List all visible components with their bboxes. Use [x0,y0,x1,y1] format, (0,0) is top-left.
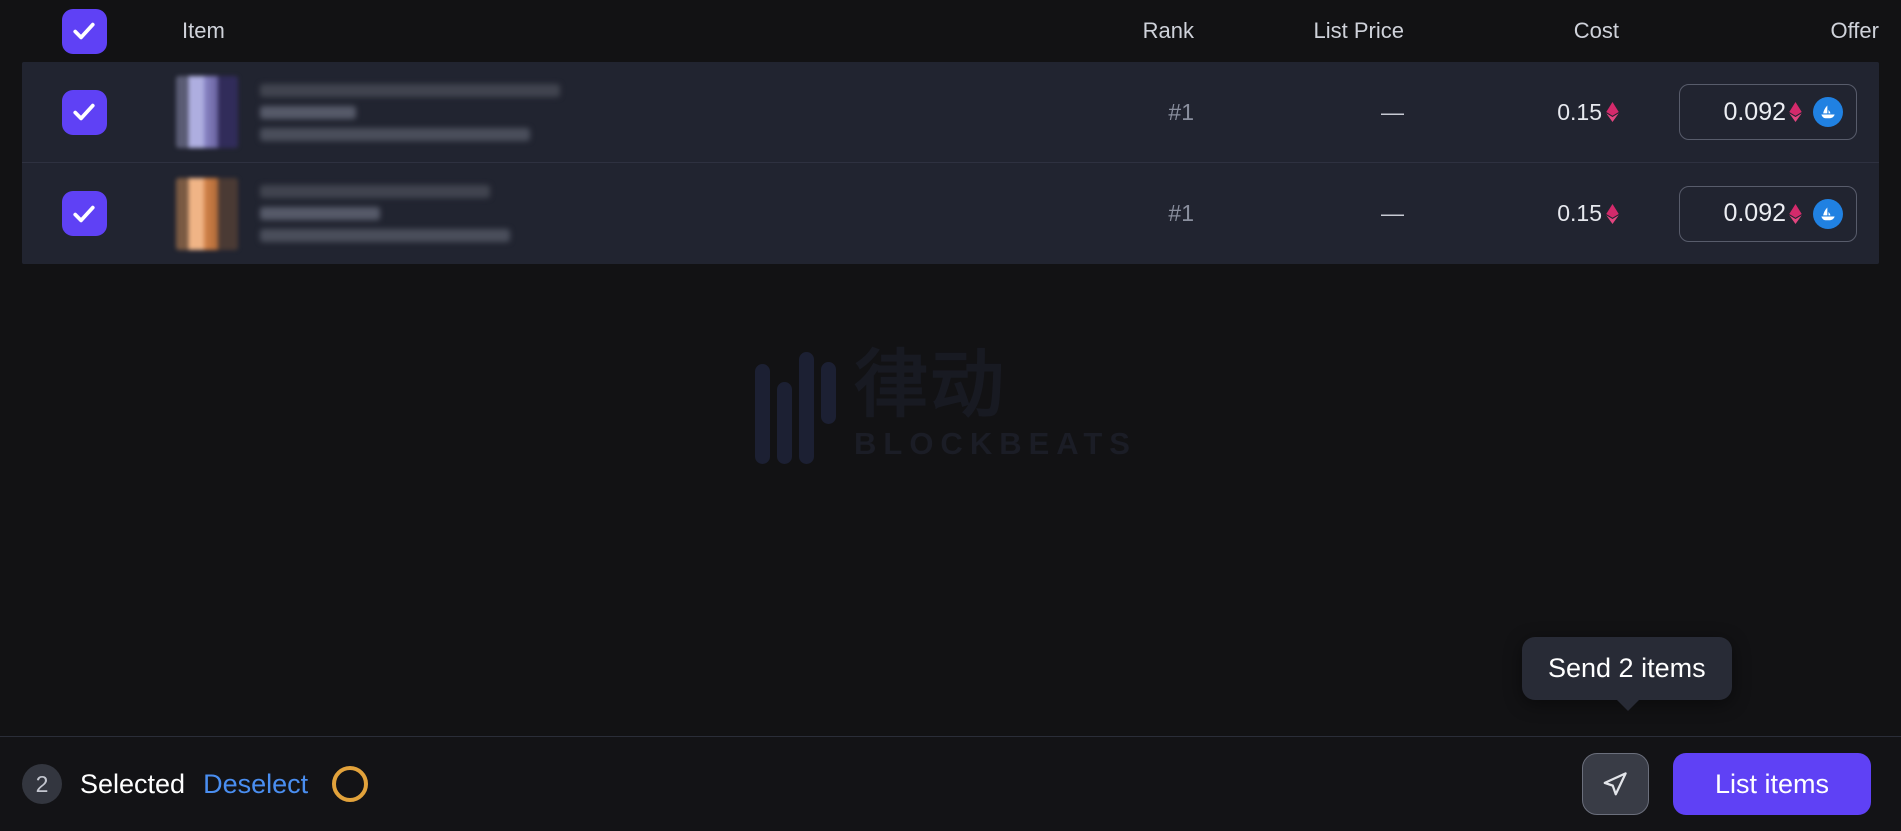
ethereum-icon [1789,102,1802,122]
header-rank-cell: Rank [984,18,1194,44]
opensea-icon[interactable] [1813,97,1843,127]
select-all-cell [22,8,146,54]
selected-count-badge: 2 [22,764,62,804]
offer-input[interactable]: 0.092 [1679,185,1857,242]
loading-spinner-icon[interactable] [332,766,369,802]
column-header-rank: Rank [1142,18,1194,43]
opensea-sailboat-glyph [1821,105,1835,119]
row-checkbox[interactable] [61,89,107,135]
item-rank-cell: #1 [984,200,1194,227]
item-cost-cell: 0.15 [1404,200,1619,227]
nft-bulk-listing-screen: 律动 BLOCKBEATS Item Rank List Price Cost … [0,0,1901,831]
item-name-redacted [260,83,560,141]
opensea-icon[interactable] [1813,198,1843,229]
checkmark-icon [73,205,95,222]
item-list-price-cell: — [1194,200,1404,227]
cost-value: 0.15 [1557,98,1602,125]
offer-value: 0.092 [1723,97,1786,126]
item-name-redacted [260,185,510,242]
list-price-value: — [1381,200,1404,226]
item-info-cell [146,177,984,250]
row-select-cell [22,191,146,236]
watermark-bars-logo [755,338,836,466]
send-items-button[interactable] [1581,753,1649,815]
item-offer-cell: 0.092 [1619,185,1879,242]
blockbeats-watermark: 律动 BLOCKBEATS [755,338,1145,478]
item-thumbnail [176,76,238,148]
ethereum-icon [1606,102,1619,122]
ethereum-icon [1606,203,1619,224]
watermark-cn-text: 律动 [854,341,1006,428]
send-items-tooltip: Send 2 items [1522,637,1732,711]
column-header-cost: Cost [1573,18,1619,43]
cost-value: 0.15 [1557,200,1602,226]
checkmark-icon [73,22,95,40]
deselect-button[interactable]: Deselect [203,769,308,800]
column-header-offer: Offer [1830,18,1879,43]
header-item-cell: Item [146,18,984,44]
item-cost-cell: 0.15 [1404,99,1619,126]
item-info-cell [146,76,984,148]
table-row[interactable]: #1 — 0.15 0.092 [22,62,1879,163]
column-header-list-price: List Price [1313,18,1404,43]
selection-action-bar: 2 Selected Deselect List items [0,736,1901,831]
items-table: Item Rank List Price Cost Offer #1 — 0.1… [0,0,1901,264]
watermark-en-text: BLOCKBEATS [854,426,1137,461]
row-checkbox[interactable] [61,191,107,236]
header-offer-cell: Offer [1619,18,1879,44]
checkmark-icon [73,103,95,121]
item-thumbnail [176,177,238,250]
rank-value: #1 [1168,98,1194,125]
rank-value: #1 [1168,200,1194,226]
item-rank-cell: #1 [984,99,1194,126]
selected-label: Selected [80,768,186,799]
row-select-cell [22,89,146,135]
opensea-sailboat-glyph [1821,207,1835,220]
offer-value: 0.092 [1723,199,1786,227]
item-list-price-cell: — [1194,99,1404,126]
list-price-value: — [1381,98,1404,125]
table-header-row: Item Rank List Price Cost Offer [0,0,1901,62]
header-cost-cell: Cost [1404,18,1619,44]
list-items-button[interactable]: List items [1672,753,1871,815]
item-offer-cell: 0.092 [1619,84,1879,140]
select-all-checkbox[interactable] [61,8,107,54]
header-list-price-cell: List Price [1194,18,1404,44]
table-row[interactable]: #1 — 0.15 0.092 [22,163,1879,264]
send-plane-icon [1604,772,1628,796]
table-body: #1 — 0.15 0.092 #1 — 0.15 0.092 [22,62,1879,264]
offer-input[interactable]: 0.092 [1679,84,1857,140]
ethereum-icon [1789,203,1802,224]
column-header-item: Item [182,18,225,43]
